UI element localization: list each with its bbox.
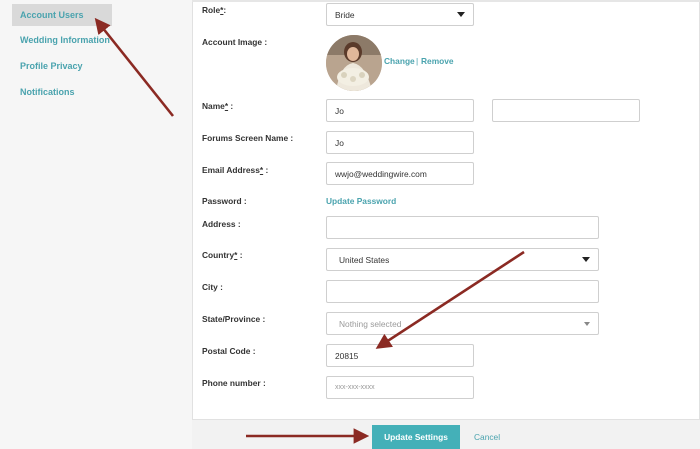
link-separator: | <box>416 56 419 66</box>
role-value: Bride <box>335 9 355 20</box>
role-select[interactable]: Bride <box>326 3 474 26</box>
change-image-link[interactable]: Change <box>384 56 415 66</box>
sidebar-item-profile-privacy[interactable]: Profile Privacy <box>12 55 83 77</box>
country-value: United States <box>339 254 390 265</box>
update-settings-button[interactable]: Update Settings <box>372 425 460 449</box>
country-select[interactable]: United States <box>326 248 599 271</box>
address-label: Address : <box>202 219 241 229</box>
postal-code-input[interactable]: 20815 <box>326 344 474 367</box>
state-value: Nothing selected <box>339 318 402 329</box>
state-label: State/Province : <box>202 314 266 324</box>
city-label: City : <box>202 282 223 292</box>
forums-name-input[interactable]: Jo <box>326 131 474 154</box>
sidebar-item-label: Profile Privacy <box>20 61 83 71</box>
name-label: Name* : <box>202 101 234 111</box>
update-password-link[interactable]: Update Password <box>326 196 396 206</box>
password-label: Password : <box>202 196 247 206</box>
account-image-label: Account Image : <box>202 37 268 47</box>
forums-name-label: Forums Screen Name : <box>202 133 294 143</box>
sidebar-item-account-users[interactable]: Account Users <box>12 4 112 26</box>
chevron-down-icon <box>584 322 590 326</box>
phone-input[interactable]: xxx-xxx-xxxx <box>326 376 474 399</box>
role-label: Role*: <box>202 5 227 15</box>
city-input[interactable] <box>326 280 599 303</box>
sidebar-item-wedding-information[interactable]: Wedding Information <box>12 29 110 51</box>
chevron-down-icon <box>582 257 590 262</box>
avatar-photo <box>326 35 382 91</box>
cancel-button[interactable]: Cancel <box>474 432 500 442</box>
remove-image-link[interactable]: Remove <box>421 56 454 66</box>
phone-label: Phone number : <box>202 378 266 388</box>
email-input[interactable]: wwjo@weddingwire.com <box>326 162 474 185</box>
chevron-down-icon <box>457 12 465 17</box>
state-select[interactable]: Nothing selected <box>326 312 599 335</box>
last-name-input[interactable] <box>492 99 640 122</box>
email-label: Email Address* : <box>202 165 269 175</box>
country-label: Country* : <box>202 250 243 260</box>
sidebar-item-notifications[interactable]: Notifications <box>12 81 75 103</box>
sidebar-item-label: Account Users <box>20 10 84 20</box>
first-name-input[interactable]: Jo <box>326 99 474 122</box>
address-input[interactable] <box>326 216 599 239</box>
top-divider <box>192 0 700 2</box>
sidebar-item-label: Notifications <box>20 87 75 97</box>
avatar <box>326 35 382 91</box>
sidebar-item-label: Wedding Information <box>20 35 110 45</box>
sidebar: Account Users Wedding Information Profil… <box>0 0 192 449</box>
postal-code-label: Postal Code : <box>202 346 256 356</box>
